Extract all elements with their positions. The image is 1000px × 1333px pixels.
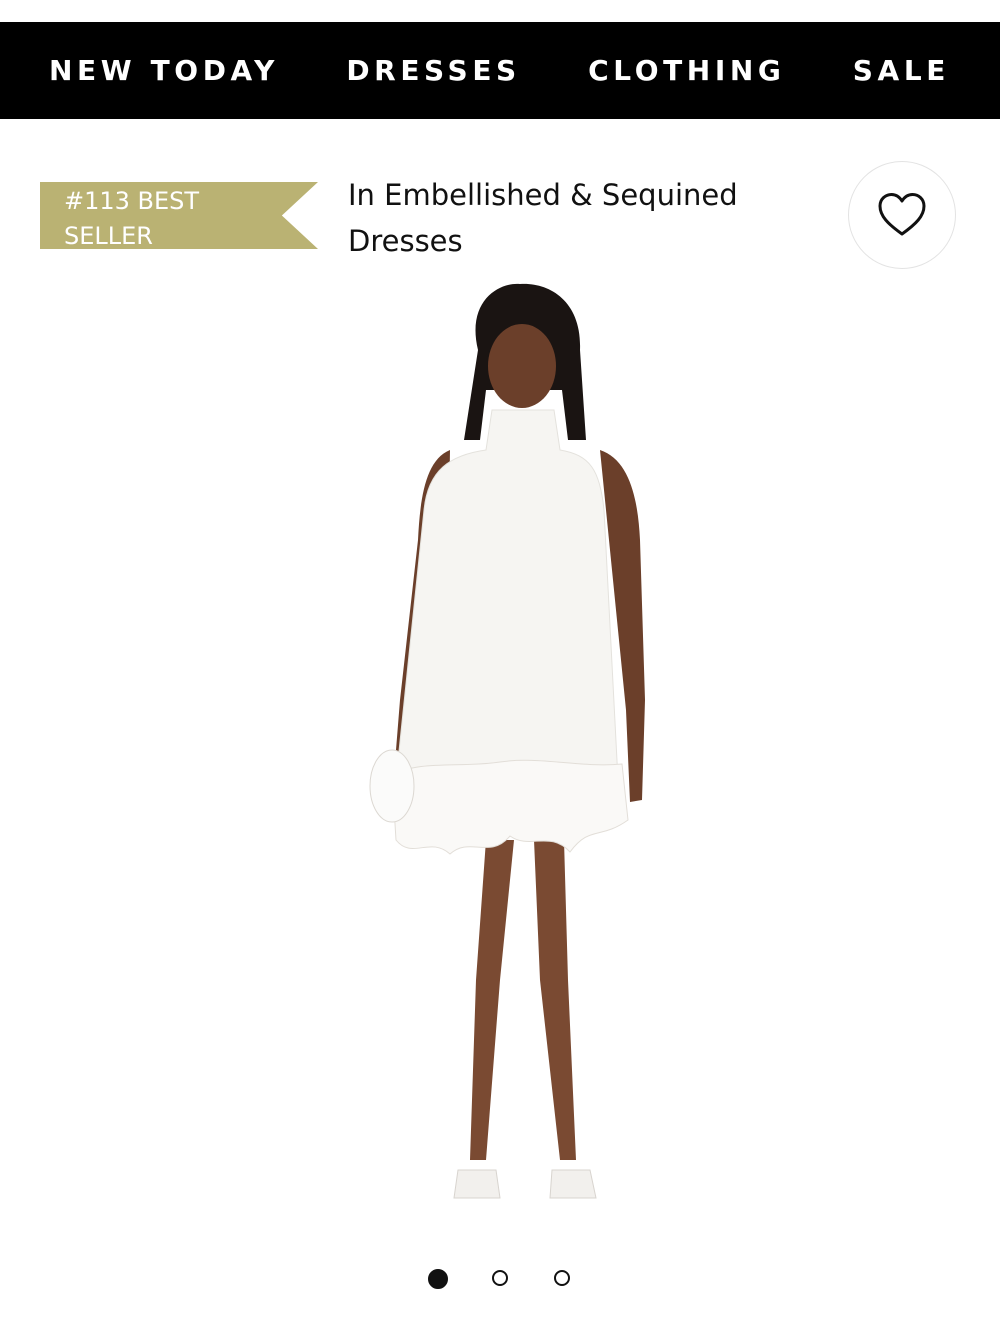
nav-item-dresses[interactable]: DRESSES [346, 54, 521, 87]
nav-item-clothing[interactable]: CLOTHING [588, 54, 785, 87]
carousel-dot-2[interactable] [492, 1270, 508, 1286]
best-seller-badge: #113 BEST SELLER [40, 182, 318, 249]
add-to-wishlist-button[interactable] [848, 161, 956, 269]
carousel-dot-1[interactable] [428, 1269, 448, 1289]
best-seller-badge-text: #113 BEST SELLER [64, 187, 200, 250]
nav-item-sale[interactable]: SALE [853, 54, 950, 87]
carousel-pagination [420, 1268, 580, 1292]
top-navigation: NEW TODAY DRESSES CLOTHING SALE [0, 22, 1000, 119]
heart-outline-icon [878, 193, 926, 236]
nav-item-new-today[interactable]: NEW TODAY [49, 54, 279, 87]
category-link[interactable]: In Embellished & Sequined Dresses [348, 172, 778, 264]
product-image[interactable] [300, 280, 720, 1300]
carousel-dot-3[interactable] [554, 1270, 570, 1286]
